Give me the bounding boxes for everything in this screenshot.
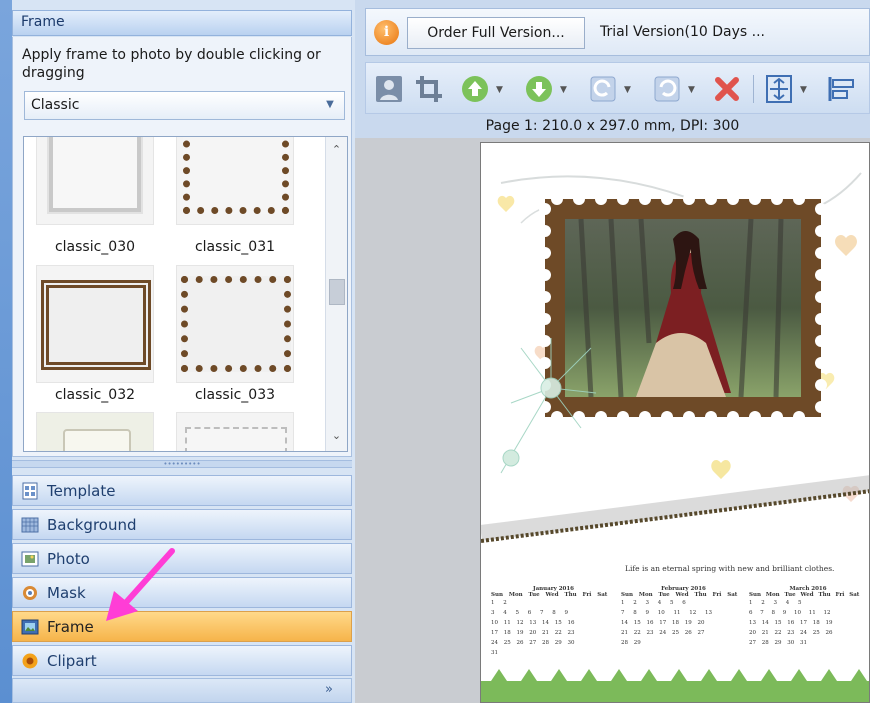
week-row: 1 2 [491,600,507,606]
week-row: 28 29 [621,640,641,646]
person-icon[interactable] [374,74,404,104]
page-caption: Life is an eternal spring with new and b… [625,564,835,573]
week-row: 7 8 9 10 11 12 13 [621,610,712,616]
nav-label: Clipart [47,651,97,670]
edit-toolbar: ▼ ▼ ▼ ▼ ▼ [365,62,870,114]
move-down-icon[interactable] [524,74,554,104]
info-icon: i [374,20,399,45]
photo-icon [21,550,39,568]
rotate-right-icon[interactable] [588,74,618,104]
frame-list-scrollbar[interactable]: ⌃ ⌄ [325,137,347,451]
week-row: 20 21 22 23 24 25 26 [749,630,833,636]
delete-icon[interactable] [712,74,742,104]
calendar-month: January 2016 Sun Mon Tue Wed Thu Fri Sat… [491,586,616,658]
frame-style-value: Classic [31,97,80,113]
frame-thumb-image[interactable] [176,412,294,451]
move-up-icon[interactable] [460,74,490,104]
nav-label: Template [47,481,116,500]
trial-bar: i Order Full Version... Trial Version(10… [365,8,870,56]
mask-icon [21,584,39,602]
nav-background[interactable]: Background [12,509,352,540]
frame-label: classic_032 [54,387,136,403]
clipart-icon [21,652,39,670]
frame-thumbnail-list[interactable]: classic_030 classic_031 classic_032 clas… [23,136,348,452]
week-row: 6 7 8 9 10 11 12 [749,610,831,616]
fit-vertical-icon[interactable] [764,74,794,104]
week-row: 17 18 19 20 21 22 23 [491,630,575,636]
frame-thumb[interactable] [36,137,154,225]
calendar-month: February 2016 Sun Mon Tue Wed Thu Fri Sa… [621,586,746,648]
nav-frame[interactable]: Frame [12,611,352,642]
move-up-dropdown-icon[interactable]: ▼ [496,85,503,95]
crop-icon[interactable] [414,74,444,104]
week-row: 10 11 12 13 14 15 16 [491,620,575,626]
week-row: 13 14 15 16 17 18 19 [749,620,833,626]
align-icon[interactable] [826,74,856,104]
nav-clipart[interactable]: Clipart [12,645,352,676]
nav-photo[interactable]: Photo [12,543,352,574]
left-panel: Frame Apply frame to photo by double cli… [0,0,355,703]
calendar-month: March 2016 Sun Mon Tue Wed Thu Fri Sat 1… [749,586,867,648]
frame-thumb[interactable] [36,412,154,451]
rotate-left-dropdown-icon[interactable]: ▼ [688,85,695,95]
rotate-right-dropdown-icon[interactable]: ▼ [624,85,631,95]
frame-thumb-image[interactable] [176,265,294,383]
scroll-down-icon[interactable]: ⌄ [329,429,344,444]
rotate-left-icon[interactable] [652,74,682,104]
frame-style-select[interactable]: Classic ▼ [24,91,345,120]
week-row: 1 2 3 4 5 6 [621,600,686,606]
week-row: 27 28 29 30 31 [749,640,807,646]
week-row: 1 2 3 4 5 [749,600,802,606]
template-icon [21,482,39,500]
week-row: 14 15 16 17 18 19 20 [621,620,705,626]
frame-thumb-classic-033[interactable]: classic_033 [176,265,294,403]
panel-title: Frame [12,10,352,36]
nav-label: Mask [47,583,86,602]
frame-icon [21,618,39,636]
frame-thumb-image[interactable] [36,412,154,451]
chevron-down-icon[interactable]: ▼ [322,97,338,113]
scroll-thumb[interactable] [329,279,345,305]
frame-thumb-image[interactable] [176,137,294,225]
frame-thumb-classic-032[interactable]: classic_032 [36,265,154,403]
nav-label: Background [47,515,137,534]
frame-thumb[interactable] [176,137,294,225]
weekday-row: Sun Mon Tue Wed Thu Fri Sat [491,592,608,598]
frame-label: classic_030 [54,239,136,255]
trial-status-text: Trial Version(10 Days ... [600,24,766,40]
more-chevron-icon[interactable]: » [325,682,333,697]
left-edge-strip [0,0,12,703]
week-row: 3 4 5 6 7 8 9 [491,610,568,616]
week-row: 24 25 26 27 28 29 30 [491,640,575,646]
editor-area: i Order Full Version... Trial Version(10… [355,0,870,703]
pink-arrow-annotation [106,548,175,621]
frame-instructions: Apply frame to photo by double clicking … [22,47,321,81]
frame-label: classic_031 [194,239,276,255]
nav-footer [12,678,352,703]
toolbar-separator [753,75,754,103]
frame-label: classic_033 [194,387,276,403]
frame-panel-body: Apply frame to photo by double clicking … [12,37,352,457]
move-down-dropdown-icon[interactable]: ▼ [560,85,567,95]
frame-thumb-image[interactable] [36,265,154,383]
fit-dropdown-icon[interactable]: ▼ [800,85,807,95]
order-full-version-button[interactable]: Order Full Version... [407,17,585,49]
week-row: 31 [491,650,498,656]
nav-mask[interactable]: Mask [12,577,352,608]
panel-splitter[interactable]: ••••••••• [12,460,352,468]
background-icon [21,516,39,534]
page-info: Page 1: 210.0 x 297.0 mm, DPI: 300 [485,118,740,134]
week-row: 21 22 23 24 25 26 27 [621,630,705,636]
nav-label: Photo [47,549,90,568]
calendar-page[interactable]: Life is an eternal spring with new and b… [480,142,870,703]
frame-thumb[interactable] [176,412,294,451]
scroll-up-icon[interactable]: ⌃ [329,143,344,158]
nav-label: Frame [47,617,94,636]
frame-thumb-image[interactable] [36,137,154,225]
nav-template[interactable]: Template [12,475,352,506]
